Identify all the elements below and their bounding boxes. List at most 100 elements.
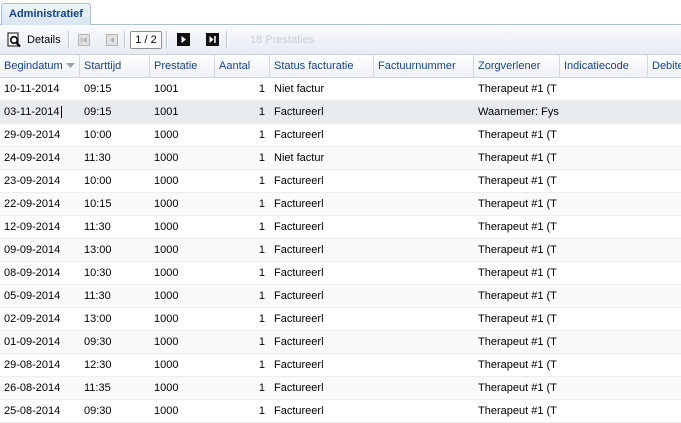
table-row[interactable]: 10-11-2014 09:15 1001 1 Niet factur Therapeut… bbox=[0, 78, 681, 101]
table-row[interactable]: 08-09-2014 10:30 1000 1 Factureerl Therapeut … bbox=[0, 262, 681, 285]
cell-status-facturatie: Factureerl bbox=[274, 290, 324, 302]
column-header-aantal[interactable]: Aantal bbox=[215, 55, 270, 77]
cell-zorgverlener: Waarnemer: Fys bbox=[478, 106, 559, 118]
cell-indicatiecode bbox=[560, 101, 648, 123]
cell-starttijd: 09:15 bbox=[84, 106, 112, 118]
cell-zorgverlener: Therapeut #1 (T bbox=[478, 267, 557, 279]
cell-begindatum: 02-09-2014 bbox=[4, 313, 61, 325]
cell-prestatie: 1000 bbox=[154, 405, 179, 417]
cell-aantal: 1 bbox=[258, 244, 265, 256]
cell-status-facturatie: Factureerl bbox=[274, 382, 324, 394]
cell-debiteur bbox=[648, 124, 681, 146]
cell-zorgverlener: Therapeut #1 (T bbox=[478, 244, 557, 256]
table-row[interactable]: 03-11-2014 09:15 1001 1 Factureerl Waarnemer:… bbox=[0, 101, 681, 124]
cell-prestatie: 1000 bbox=[154, 336, 179, 348]
cell-aantal: 1 bbox=[258, 221, 265, 233]
cell-debiteur bbox=[648, 331, 681, 353]
toolbar-separator bbox=[226, 31, 228, 48]
cell-status-facturatie: Factureerl bbox=[274, 405, 324, 417]
cell-aantal: 1 bbox=[258, 336, 265, 348]
table-row[interactable]: 09-09-2014 13:00 1000 1 Factureerl Therapeut … bbox=[0, 239, 681, 262]
cell-status-facturatie: Factureerl bbox=[274, 198, 324, 210]
cell-prestatie: 1000 bbox=[154, 313, 179, 325]
cell-zorgverlener: Therapeut #1 (T bbox=[478, 83, 557, 95]
column-header-status-facturatie[interactable]: Status facturatie bbox=[270, 55, 374, 77]
previous-page-icon bbox=[104, 32, 120, 48]
cell-prestatie: 1000 bbox=[154, 175, 179, 187]
cell-zorgverlener: Therapeut #1 (T bbox=[478, 290, 557, 302]
toolbar-separator bbox=[124, 31, 126, 48]
table-row[interactable]: 23-09-2014 10:00 1000 1 Factureerl Therapeut … bbox=[0, 170, 681, 193]
cell-zorgverlener: Therapeut #1 (T bbox=[478, 198, 557, 210]
cell-aantal: 1 bbox=[258, 83, 265, 95]
cell-indicatiecode bbox=[560, 239, 648, 261]
column-header-begindatum[interactable]: Begindatum bbox=[0, 55, 80, 77]
cell-prestatie: 1001 bbox=[154, 83, 179, 95]
cell-factuurnummer bbox=[374, 147, 474, 169]
tab-administratief[interactable]: Administratief bbox=[1, 3, 91, 25]
details-button[interactable]: Details bbox=[6, 31, 61, 48]
column-header-zorgverlener[interactable]: Zorgverlener bbox=[474, 55, 560, 77]
cell-aantal: 1 bbox=[258, 359, 265, 371]
cell-prestatie: 1000 bbox=[154, 267, 179, 279]
cell-status-facturatie: Factureerl bbox=[274, 267, 324, 279]
cell-factuurnummer bbox=[374, 170, 474, 192]
cell-factuurnummer bbox=[374, 78, 474, 100]
last-page-button[interactable] bbox=[204, 31, 220, 48]
cell-prestatie: 1000 bbox=[154, 382, 179, 394]
cell-indicatiecode bbox=[560, 147, 648, 169]
cell-begindatum: 05-09-2014 bbox=[4, 290, 61, 302]
table-row[interactable]: 29-09-2014 10:00 1000 1 Factureerl Therapeut … bbox=[0, 124, 681, 147]
table-row[interactable]: 05-09-2014 11:30 1000 1 Factureerl Therapeut … bbox=[0, 285, 681, 308]
table-row[interactable]: 01-09-2014 09:30 1000 1 Factureerl Therapeut … bbox=[0, 331, 681, 354]
cell-aantal: 1 bbox=[258, 313, 265, 325]
column-header-debiteur[interactable]: Debite bbox=[648, 55, 681, 77]
cell-factuurnummer bbox=[374, 193, 474, 215]
cell-indicatiecode bbox=[560, 124, 648, 146]
cell-debiteur bbox=[648, 377, 681, 399]
cell-status-facturatie: Niet factur bbox=[274, 152, 325, 164]
table-row[interactable]: 26-08-2014 11:35 1000 1 Factureerl Therapeut … bbox=[0, 377, 681, 400]
cell-starttijd: 13:00 bbox=[84, 313, 112, 325]
cell-status-facturatie: Factureerl bbox=[274, 175, 324, 187]
table-row[interactable]: 25-08-2014 09:30 1000 1 Factureerl Therapeut … bbox=[0, 400, 681, 423]
cell-begindatum: 03-11-2014 bbox=[4, 106, 60, 118]
cell-factuurnummer bbox=[374, 101, 474, 123]
cell-indicatiecode bbox=[560, 354, 648, 376]
cell-starttijd: 11:30 bbox=[84, 290, 111, 302]
previous-page-button[interactable] bbox=[104, 31, 120, 48]
cell-aantal: 1 bbox=[258, 198, 265, 210]
cell-debiteur bbox=[648, 216, 681, 238]
cell-begindatum: 09-09-2014 bbox=[4, 244, 61, 256]
page-indicator[interactable]: 1 / 2 bbox=[130, 31, 162, 49]
column-header-starttijd[interactable]: Starttijd bbox=[80, 55, 150, 77]
cell-factuurnummer bbox=[374, 216, 474, 238]
cell-begindatum: 01-09-2014 bbox=[4, 336, 61, 348]
cell-starttijd: 09:15 bbox=[84, 83, 112, 95]
column-header-indicatiecode[interactable]: Indicatiecode bbox=[560, 55, 648, 77]
cell-zorgverlener: Therapeut #1 (T bbox=[478, 336, 557, 348]
table-row[interactable]: 24-09-2014 11:30 1000 1 Niet factur Therapeut… bbox=[0, 147, 681, 170]
cell-prestatie: 1001 bbox=[154, 106, 179, 118]
table-row[interactable]: 22-09-2014 10:15 1000 1 Factureerl Therapeut … bbox=[0, 193, 681, 216]
column-header-prestatie[interactable]: Prestatie bbox=[150, 55, 215, 77]
cell-indicatiecode bbox=[560, 78, 648, 100]
cell-zorgverlener: Therapeut #1 (T bbox=[478, 129, 557, 141]
table-row[interactable]: 02-09-2014 13:00 1000 1 Factureerl Therapeut … bbox=[0, 308, 681, 331]
column-header-factuurnummer[interactable]: Factuurnummer bbox=[374, 55, 474, 77]
toolbar-separator bbox=[68, 31, 70, 48]
table-row[interactable]: 12-09-2014 11:30 1000 1 Factureerl Therapeut … bbox=[0, 216, 681, 239]
first-page-button[interactable] bbox=[76, 31, 92, 48]
table-row[interactable]: 29-08-2014 12:30 1000 1 Factureerl Therapeut … bbox=[0, 354, 681, 377]
cell-indicatiecode bbox=[560, 377, 648, 399]
cell-status-facturatie: Factureerl bbox=[274, 244, 324, 256]
next-page-button[interactable] bbox=[175, 31, 191, 48]
cell-aantal: 1 bbox=[258, 382, 265, 394]
cell-begindatum: 24-09-2014 bbox=[4, 152, 61, 164]
cell-starttijd: 10:30 bbox=[84, 267, 112, 279]
cell-starttijd: 12:30 bbox=[84, 359, 112, 371]
cell-prestatie: 1000 bbox=[154, 198, 179, 210]
cell-debiteur bbox=[648, 285, 681, 307]
cell-status-facturatie: Factureerl bbox=[274, 313, 324, 325]
cell-factuurnummer bbox=[374, 400, 474, 422]
